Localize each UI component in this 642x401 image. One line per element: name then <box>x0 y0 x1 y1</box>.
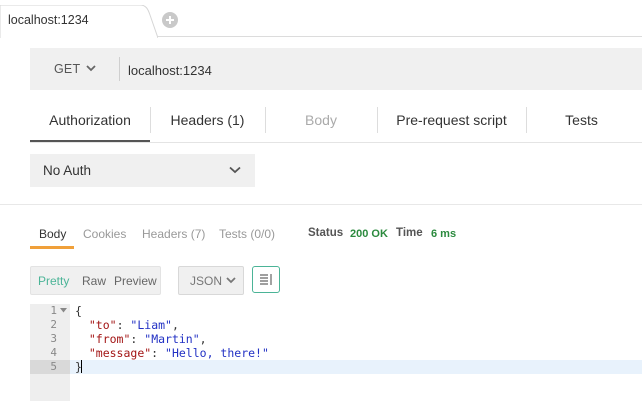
view-pretty-button[interactable]: Pretty <box>38 274 69 288</box>
response-tab-headers[interactable]: Headers (7) <box>142 227 205 241</box>
time-value: 6 ms <box>431 228 457 240</box>
code-line: "from": "Martin", <box>88 332 207 346</box>
tab-authorization-label: Authorization <box>49 112 131 128</box>
request-tabs: Authorization Headers (1) Body Pre-reque… <box>30 100 642 143</box>
json-value: "Hello, there!" <box>165 346 269 360</box>
time-label: Time <box>396 227 423 239</box>
chevron-down-icon <box>226 277 236 284</box>
line-number: 4 <box>50 346 57 359</box>
request-bar: GET <box>30 48 642 90</box>
tab-pre-request-label: Pre-request script <box>396 112 507 128</box>
tab-authorization[interactable]: Authorization <box>30 100 150 143</box>
view-raw-button[interactable]: Raw <box>82 274 106 288</box>
method-label: GET <box>54 62 81 76</box>
chevron-down-icon <box>229 166 241 174</box>
tab-strip: localhost:1234 <box>0 0 642 38</box>
tab-headers-label: Headers (1) <box>170 112 245 128</box>
method-select[interactable]: GET <box>30 48 119 90</box>
open-brace: { <box>75 304 82 318</box>
tab-strip-divider <box>153 36 642 37</box>
code-line: "to": "Liam", <box>88 318 179 332</box>
auth-type-label: No Auth <box>43 163 92 178</box>
wrap-lines-icon <box>260 274 272 285</box>
response-tab-cookies[interactable]: Cookies <box>83 227 126 241</box>
line-number: 5 <box>50 360 57 373</box>
response-tab-indicator <box>30 246 74 249</box>
code-line: { <box>75 304 82 318</box>
method-divider <box>119 57 120 81</box>
line-number: 2 <box>50 318 57 331</box>
text-cursor <box>80 360 82 373</box>
tab-body[interactable]: Body <box>265 100 377 143</box>
add-tab-icon[interactable] <box>162 12 178 28</box>
tab-headers[interactable]: Headers (1) <box>150 100 265 143</box>
json-key: "message" <box>88 346 152 360</box>
tab-pre-request-script[interactable]: Pre-request script <box>377 100 526 143</box>
tab-tests[interactable]: Tests <box>526 100 637 143</box>
json-comma: , <box>171 318 179 332</box>
tab-body-label: Body <box>305 112 337 128</box>
url-input[interactable] <box>128 60 598 80</box>
json-value: "Martin" <box>144 332 200 346</box>
status-label: Status <box>308 227 344 239</box>
code-line: } <box>75 360 82 374</box>
line-number: 1 <box>50 304 57 317</box>
json-key: "to" <box>88 318 117 332</box>
tab-tests-label: Tests <box>565 112 598 128</box>
response-tab-tests[interactable]: Tests (0/0) <box>219 227 275 241</box>
format-select[interactable]: JSON <box>178 266 244 295</box>
code-line: "message": "Hello, there!" <box>88 346 269 360</box>
auth-type-select[interactable]: No Auth <box>30 154 255 187</box>
line-number: 3 <box>50 332 57 345</box>
view-preview-button[interactable]: Preview <box>114 274 157 288</box>
tab-localhost[interactable]: localhost:1234 <box>0 5 158 38</box>
format-label: JSON <box>190 274 223 288</box>
response-tab-body[interactable]: Body <box>39 227 66 241</box>
json-key: "from" <box>88 332 131 346</box>
chevron-down-icon <box>86 65 96 72</box>
response-body-editor[interactable]: 1 2 3 4 5 { "to": "Liam", "from": "Marti… <box>30 304 642 401</box>
request-tabs-divider <box>30 142 642 143</box>
json-comma: , <box>199 332 207 346</box>
section-divider <box>0 204 642 205</box>
fold-arrow-icon[interactable] <box>60 308 67 313</box>
view-mode-group: Pretty Raw Preview <box>30 266 161 295</box>
wrap-lines-button[interactable] <box>252 266 280 293</box>
status-value: 200 OK <box>350 228 388 240</box>
json-value: "Liam" <box>130 318 172 332</box>
active-line-highlight <box>30 360 642 374</box>
tab-label: localhost:1234 <box>8 13 89 27</box>
